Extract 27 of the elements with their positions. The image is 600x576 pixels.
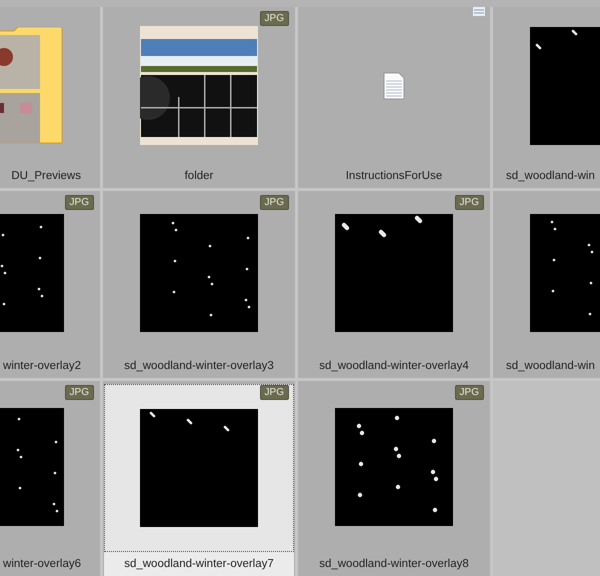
file-name: winter-overlay6 [3,558,81,570]
file-type-badge: JPG [260,11,289,26]
file-type-badge: JPG [64,195,94,210]
file-name: folder [184,170,214,182]
file-type-badge: JPG [64,385,94,400]
file-type-badge: JPG [260,385,289,400]
file-name: sd_woodland-winter-overlay8 [319,558,469,570]
file-tile[interactable]: InstructionsForUse [298,7,490,188]
file-name: sd_woodland-winter-overlay3 [124,360,274,372]
file-type-badge: JPG [454,385,484,400]
file-tile[interactable]: JPG winter-overlay6 [0,381,100,576]
file-type-badge: JPG [454,195,484,210]
file-tile[interactable]: sd_woodland-win [493,191,600,378]
file-name: sd_woodland-winter-overlay7 [124,558,274,570]
file-tile[interactable]: JPG sd_woodland-winter-overlay8 [298,381,490,576]
file-type-badge: JPG [260,195,289,210]
file-name: DU_Previews [11,170,81,182]
file-tile[interactable]: sd_woodland-win [493,7,600,188]
file-name: sd_woodland-win [506,170,595,182]
file-name: InstructionsForUse [346,170,442,182]
file-name: sd_woodland-winter-overlay4 [319,360,469,372]
document-icon [473,7,485,16]
file-tile[interactable]: JPG sd_woodland-winter-overlay7 [103,381,295,576]
document-icon [383,72,405,100]
file-name: sd_woodland-win [506,360,595,372]
file-name: winter-overlay2 [3,360,81,372]
file-tile[interactable]: DU_Previews [0,7,100,188]
